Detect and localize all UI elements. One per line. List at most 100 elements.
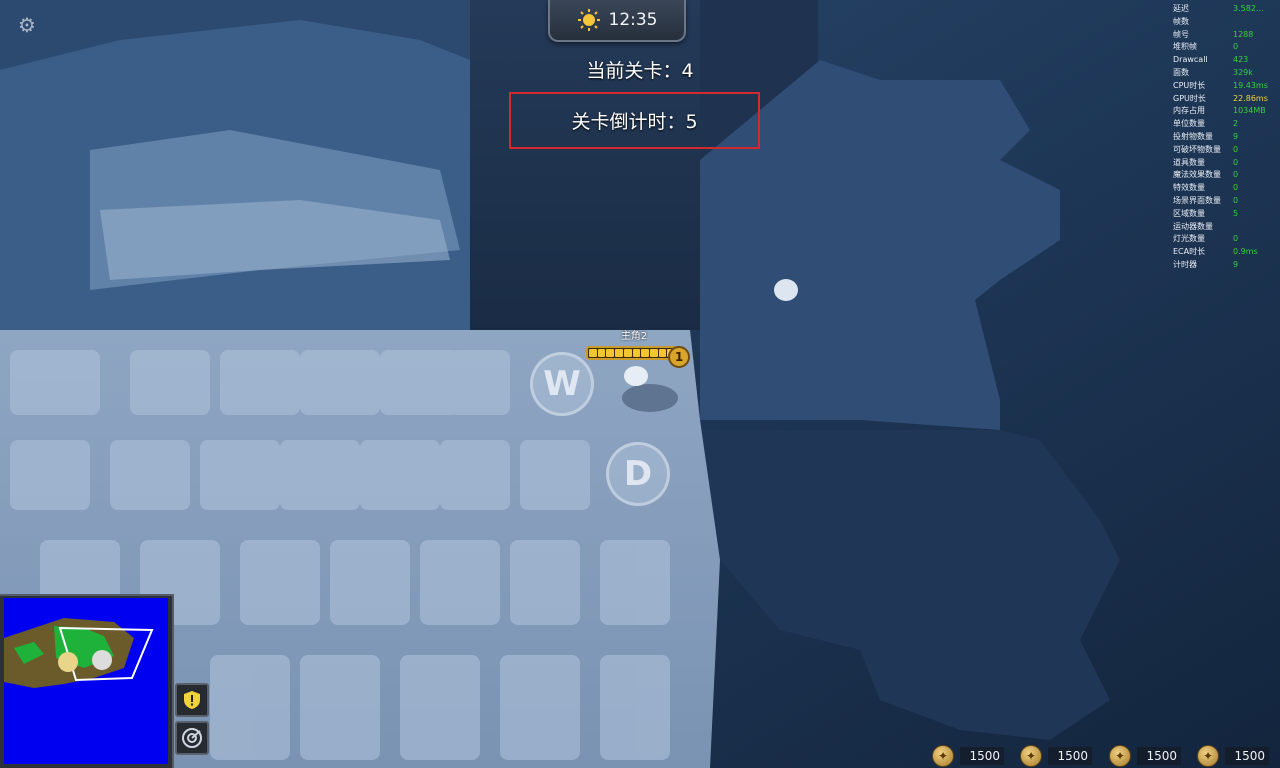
stat-row: 延迟 3.582...	[1173, 3, 1280, 16]
health-segment	[632, 349, 641, 357]
gear-icon: ⚙	[18, 13, 36, 37]
stat-name: 特效数量	[1173, 183, 1205, 193]
health-segment	[623, 349, 632, 357]
stat-value: 9	[1233, 259, 1239, 269]
resource-value: 1500	[1048, 747, 1092, 765]
sun-icon	[577, 9, 600, 31]
stat-name: 区域数量	[1173, 208, 1205, 218]
stat-name: 道具数量	[1173, 157, 1205, 167]
stat-value: 0	[1233, 183, 1239, 193]
stat-name: 计时器	[1173, 259, 1197, 269]
stat-name: 内存占用	[1173, 106, 1205, 116]
health-segment	[606, 349, 615, 357]
stat-value: 2	[1233, 119, 1239, 129]
stat-name: 单位数量	[1173, 119, 1205, 129]
stat-row: 单位数量 2	[1173, 118, 1280, 131]
stat-value: 22.86ms	[1233, 93, 1268, 103]
alert-shield-icon	[184, 691, 200, 709]
stat-name: 堆积帧	[1173, 42, 1197, 52]
stat-name: 面数	[1173, 67, 1189, 77]
stat-value: 0	[1233, 195, 1239, 205]
alert-button[interactable]	[175, 683, 209, 717]
stat-row: 投射物数量 9	[1173, 131, 1280, 144]
stat-row: 帧号 1288	[1173, 29, 1280, 42]
level-countdown-label: 关卡倒计时：5	[571, 111, 698, 133]
health-segment	[589, 349, 597, 357]
radar-icon	[182, 728, 202, 748]
stat-name: 帧数	[1173, 16, 1189, 26]
stat-value: 19.43ms	[1233, 80, 1268, 90]
minimap[interactable]	[4, 598, 168, 764]
stat-value: 423	[1233, 55, 1249, 65]
resource-item: ✦ 1500	[1197, 744, 1269, 768]
minimap-terrain	[4, 618, 154, 688]
stat-row: 魔法效果数量 0	[1173, 169, 1280, 182]
gold-coin-icon: ✦	[932, 745, 954, 767]
key-hint-w-label: W	[543, 364, 581, 404]
stat-name: 延迟	[1173, 4, 1189, 13]
resource-value: 1500	[1225, 747, 1269, 765]
health-segment	[641, 349, 649, 357]
stat-value: 9	[1233, 131, 1239, 141]
stat-value: 3.582...	[1233, 4, 1264, 13]
stat-row: Drawcall 423	[1173, 54, 1280, 67]
stat-name: 魔法效果数量	[1173, 170, 1221, 180]
stat-row: 运动器数量	[1173, 221, 1280, 234]
stat-row: 内存占用 1034MB	[1173, 105, 1280, 118]
stat-row: 帧数	[1173, 16, 1280, 29]
stat-name: 场景界面数量	[1173, 195, 1221, 205]
radar-button[interactable]	[175, 721, 209, 755]
key-hint-w: W	[530, 352, 594, 416]
stat-row: 面数 329k	[1173, 67, 1280, 80]
health-segment	[597, 349, 606, 357]
gold-coin-icon: ✦	[1109, 745, 1131, 767]
stat-name: 可破坏物数量	[1173, 144, 1221, 154]
stat-row: 场景界面数量 0	[1173, 195, 1280, 208]
stat-name: 灯光数量	[1173, 234, 1205, 244]
health-segment	[615, 349, 623, 357]
resource-item: ✦ 1500	[932, 744, 1004, 768]
stat-value: 1034MB	[1233, 106, 1266, 116]
stat-value: 0	[1233, 170, 1239, 180]
player-health-bar	[586, 346, 678, 360]
stat-value: 0	[1233, 234, 1239, 244]
player-level-badge: 1	[668, 346, 690, 368]
clock-time: 12:35	[608, 10, 658, 30]
gold-coin-icon: ✦	[1197, 745, 1219, 767]
stat-row: 特效数量 0	[1173, 182, 1280, 195]
current-level-label: 当前关卡：4	[586, 60, 694, 82]
stat-row: 道具数量 0	[1173, 157, 1280, 170]
player-name: 主角2	[620, 331, 648, 342]
day-clock: 12:35	[548, 0, 686, 42]
stat-row: 区域数量 5	[1173, 208, 1280, 221]
stat-row: 可破坏物数量 0	[1173, 144, 1280, 157]
stat-row: CPU时长 19.43ms	[1173, 80, 1280, 93]
stat-name: CPU时长	[1173, 80, 1206, 90]
stat-value: 1288	[1233, 29, 1254, 39]
resource-value: 1500	[1137, 747, 1181, 765]
health-segment	[658, 349, 667, 357]
stat-row: 灯光数量 0	[1173, 233, 1280, 246]
stat-value: 0	[1233, 144, 1239, 154]
key-hint-d: D	[606, 442, 670, 506]
key-hint-d-label: D	[623, 454, 653, 494]
gold-coin-icon: ✦	[1020, 745, 1042, 767]
stat-row: 计时器 9	[1173, 259, 1280, 272]
resource-item: ✦ 1500	[1020, 744, 1092, 768]
stat-name: 运动器数量	[1173, 221, 1213, 231]
health-segment	[649, 349, 658, 357]
level-countdown: 关卡倒计时：5	[509, 92, 760, 149]
stat-name: GPU时长	[1173, 93, 1206, 103]
settings-button[interactable]: ⚙	[14, 12, 40, 38]
debug-stats-panel: 延迟 3.582... 帧数帧号 1288 堆积帧 0 Drawcall 423 面数 329k C…	[1173, 3, 1280, 272]
stat-name: ECA时长	[1173, 247, 1206, 257]
stat-value: 5	[1233, 208, 1239, 218]
stat-name: 投射物数量	[1173, 131, 1213, 141]
stat-name: Drawcall	[1173, 55, 1208, 65]
resource-value: 1500	[960, 747, 1004, 765]
stat-value: 0	[1233, 42, 1239, 52]
stat-name: 帧号	[1173, 29, 1189, 39]
resource-item: ✦ 1500	[1109, 744, 1181, 768]
stat-value: 329k	[1233, 67, 1253, 77]
stat-value: 0.9ms	[1233, 247, 1258, 257]
